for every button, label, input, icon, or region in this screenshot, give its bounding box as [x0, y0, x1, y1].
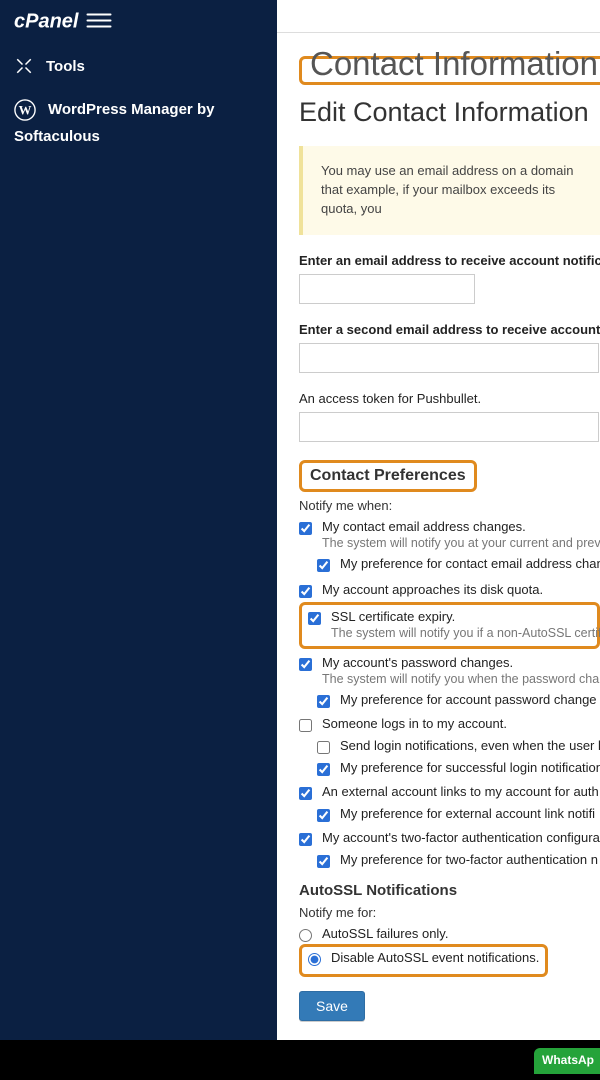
autossl-disable-highlight: Disable AutoSSL event notifications. [299, 944, 548, 977]
chk-login-send[interactable] [317, 741, 330, 754]
email2-label: Enter a second email address to receive … [299, 322, 600, 337]
chk-twofa[interactable] [299, 833, 312, 846]
chk-disk-quota-label: My account approaches its disk quota. [322, 582, 543, 597]
chk-login[interactable] [299, 719, 312, 732]
email1-label: Enter an email address to receive accoun… [299, 253, 600, 268]
notify-intro: Notify me when: [299, 498, 600, 513]
chk-contact-change-label: My contact email address changes. [322, 519, 600, 534]
chk-login-pref[interactable] [317, 763, 330, 776]
sidebar: cPanel Tools W WordPress Manager by Soft… [0, 0, 277, 1040]
chk-contact-change-desc: The system will notify you at your curre… [322, 536, 600, 550]
chk-contact-pref[interactable] [317, 559, 330, 572]
page-subtitle: Edit Contact Information [299, 97, 600, 128]
autossl-intro: Notify me for: [299, 905, 600, 920]
sidebar-item-label-2: Softaculous [14, 123, 263, 150]
chk-twofa-pref[interactable] [317, 855, 330, 868]
sidebar-item-label: Tools [46, 58, 85, 75]
tools-icon [14, 56, 34, 76]
pushbullet-input[interactable] [299, 412, 599, 442]
chk-contact-change[interactable] [299, 522, 312, 535]
chk-ext-link-label: An external account links to my account … [322, 784, 599, 799]
chk-twofa-pref-label: My preference for two-factor authenticat… [340, 852, 598, 867]
svg-text:cPanel: cPanel [14, 11, 79, 33]
radio-autossl-fail[interactable] [299, 929, 312, 942]
radio-autossl-disable-label: Disable AutoSSL event notifications. [331, 950, 539, 965]
chk-ssl-expiry-label: SSL certificate expiry. [331, 609, 600, 624]
chk-pw-change-desc: The system will notify you when the pass… [322, 672, 600, 686]
wordpress-icon: W [14, 99, 36, 121]
whatsapp-badge[interactable]: WhatsAp [534, 1048, 600, 1074]
chk-twofa-label: My account's two-factor authentication c… [322, 830, 600, 845]
chk-contact-pref-label: My preference for contact email address … [340, 556, 600, 571]
page-title: Contact Information [310, 45, 598, 83]
chk-pw-change-label: My account's password changes. [322, 655, 600, 670]
chk-ssl-expiry[interactable] [308, 612, 321, 625]
sidebar-item-label: WordPress Manager by [48, 96, 214, 123]
sidebar-item-wordpress[interactable]: W WordPress Manager by Softaculous [0, 86, 277, 160]
page-title-highlight: Contact Information [299, 56, 600, 85]
chk-pw-pref[interactable] [317, 695, 330, 708]
radio-autossl-fail-label: AutoSSL failures only. [322, 926, 448, 941]
save-button[interactable]: Save [299, 991, 365, 1021]
email2-input[interactable] [299, 343, 599, 373]
chk-login-send-label: Send login notifications, even when the … [340, 738, 600, 753]
bottom-bar [0, 1040, 600, 1080]
info-alert: You may use an email address on a domain… [299, 146, 600, 235]
email1-input[interactable] [299, 274, 475, 304]
topbar [277, 0, 600, 33]
chk-disk-quota[interactable] [299, 585, 312, 598]
cpanel-logo[interactable]: cPanel [0, 0, 277, 46]
autossl-heading: AutoSSL Notifications [299, 882, 600, 899]
cpanel-logo-icon: cPanel [14, 8, 114, 34]
svg-text:W: W [19, 103, 32, 117]
main-content: Contact Information Edit Contact Informa… [277, 0, 600, 1040]
ssl-expiry-highlight: SSL certificate expiry. The system will … [299, 602, 600, 649]
chk-pw-pref-label: My preference for account password chang… [340, 692, 600, 707]
radio-autossl-disable[interactable] [308, 953, 321, 966]
chk-ext-link[interactable] [299, 787, 312, 800]
sidebar-item-tools[interactable]: Tools [0, 46, 277, 86]
chk-ssl-expiry-desc: The system will notify you if a non-Auto… [331, 626, 600, 640]
chk-login-label: Someone logs in to my account. [322, 716, 507, 731]
pushbullet-label: An access token for Pushbullet. [299, 391, 600, 406]
contact-preferences-heading: Contact Preferences [299, 460, 477, 492]
chk-ext-link-pref-label: My preference for external account link … [340, 806, 595, 821]
chk-ext-link-pref[interactable] [317, 809, 330, 822]
chk-login-pref-label: My preference for successful login notif… [340, 760, 600, 775]
chk-pw-change[interactable] [299, 658, 312, 671]
